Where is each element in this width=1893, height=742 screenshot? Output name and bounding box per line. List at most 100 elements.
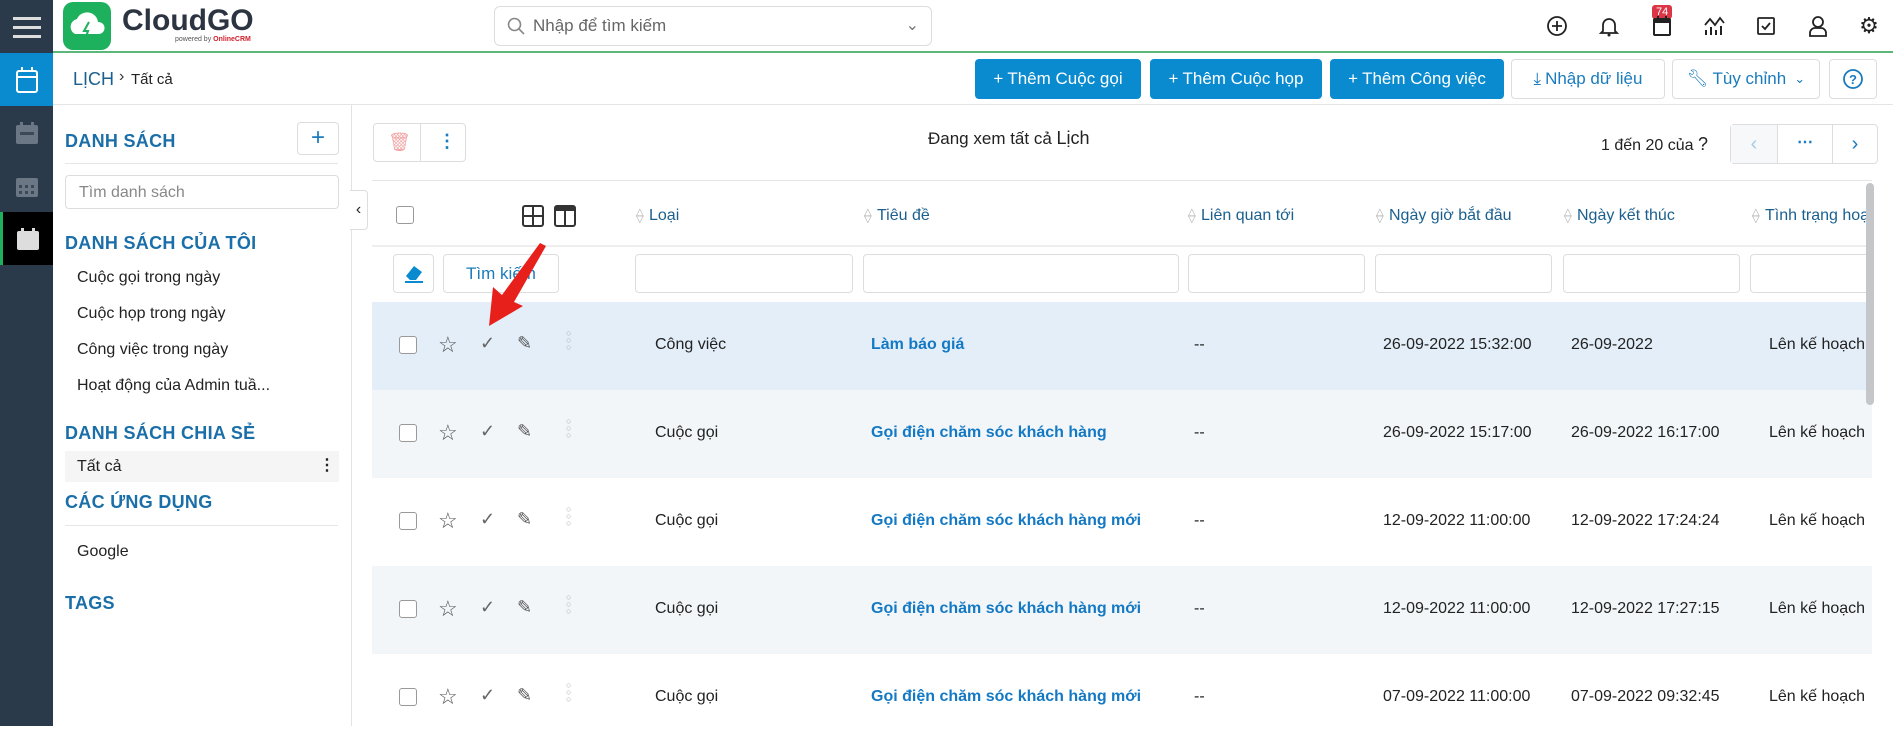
check-icon[interactable]: ✓ — [480, 597, 495, 618]
add-call-label: Thêm Cuộc gọi — [1007, 69, 1123, 88]
cell-title[interactable]: Làm báo giá — [871, 336, 964, 354]
rail-calendar[interactable] — [0, 53, 53, 106]
more-options-icon[interactable]: ○ ○ ○ — [566, 329, 571, 352]
page-jump-button[interactable]: ⋯ — [1778, 125, 1833, 163]
filter-end-input[interactable] — [1563, 254, 1740, 293]
clear-filters-button[interactable] — [393, 254, 434, 293]
question-circle-icon: ? — [1843, 69, 1863, 89]
chevron-down-icon[interactable]: ⌄ — [906, 15, 919, 35]
settings-button[interactable]: ⚙ — [1857, 13, 1881, 38]
import-button[interactable]: ⤓ Nhập dữ liệu — [1511, 59, 1665, 99]
star-icon[interactable]: ☆ — [438, 596, 458, 622]
filter-type-input[interactable] — [635, 254, 853, 293]
menu-button[interactable] — [0, 0, 53, 53]
filter-related-input[interactable] — [1188, 254, 1365, 293]
rail-list-view[interactable] — [0, 212, 53, 265]
plus-icon: + — [1348, 69, 1359, 88]
cloudgo-logo-icon[interactable] — [63, 2, 111, 50]
import-label: Nhập dữ liệu — [1545, 69, 1643, 88]
filter-title-input[interactable] — [863, 254, 1179, 293]
rail-month-view[interactable] — [0, 159, 53, 212]
table-row[interactable]: ☆ ✓ ✎ ○ ○ ○ Cuộc gọi Gọi điện chăm sóc khá… — [372, 654, 1872, 742]
sidebar-item[interactable]: Hoạt động của Admin tuầ... — [77, 377, 270, 395]
check-icon[interactable]: ✓ — [480, 685, 495, 706]
annotation-arrow-icon — [489, 243, 546, 326]
filter-status-input[interactable] — [1750, 254, 1872, 293]
cell-title[interactable]: Gọi điện chăm sóc khách hàng mới — [871, 512, 1141, 530]
add-call-button[interactable]: + Thêm Cuộc gọi — [975, 59, 1141, 99]
star-icon[interactable]: ☆ — [438, 420, 458, 446]
collapse-sidebar-button[interactable]: ‹ — [350, 190, 368, 230]
table-row[interactable]: ☆ ✓ ✎ ○ ○ ○ Công việc Làm báo giá -- 26-09… — [372, 302, 1872, 390]
tasks-button[interactable] — [1754, 14, 1778, 38]
cell-title[interactable]: Gọi điện chăm sóc khách hàng — [871, 424, 1107, 442]
sidebar-item[interactable]: Google — [77, 543, 129, 561]
prev-page-button[interactable]: ‹ — [1731, 125, 1778, 163]
more-options-icon[interactable]: ○ ○ ○ — [566, 505, 571, 528]
top-bar: CloudGO powered by OnlineCRM Nhập để tìm… — [53, 0, 1893, 53]
column-header-title[interactable]: △ ▽ Tiêu đề — [864, 207, 930, 225]
chevron-left-icon: ‹ — [355, 201, 362, 218]
gear-icon: ⚙ — [1859, 13, 1879, 38]
column-header-status[interactable]: △▽ Tình trạng hoạt động — [1752, 207, 1870, 225]
row-checkbox[interactable] — [399, 512, 417, 530]
customize-button[interactable]: 🔧︎ Tùy chỉnh ⌄ — [1672, 59, 1820, 99]
column-header-start[interactable]: △ ▽ Ngày giờ bắt đầu — [1376, 207, 1512, 225]
vertical-scrollbar[interactable] — [1866, 183, 1874, 405]
table-row[interactable]: ☆ ✓ ✎ ○ ○ ○ Cuộc gọi Gọi điện chăm sóc khá… — [372, 390, 1872, 478]
select-all-checkbox[interactable] — [396, 206, 414, 224]
add-list-button[interactable]: + — [297, 122, 339, 155]
filter-start-input[interactable] — [1375, 254, 1552, 293]
column-layout-icon[interactable] — [554, 205, 576, 227]
grid-view-icon[interactable] — [522, 205, 544, 227]
row-checkbox[interactable] — [399, 424, 417, 442]
global-search[interactable]: Nhập để tìm kiếm ⌄ — [494, 6, 932, 46]
search-placeholder: Nhập để tìm kiếm — [533, 16, 667, 35]
help-button[interactable]: ? — [1829, 59, 1877, 99]
breadcrumb-module[interactable]: LỊCH — [73, 69, 114, 90]
more-options-icon[interactable]: ○ ○ ○ — [566, 417, 571, 440]
quick-create-button[interactable] — [1545, 14, 1569, 38]
check-icon[interactable]: ✓ — [480, 509, 495, 530]
sidebar-item[interactable]: Cuộc họp trong ngày — [77, 305, 226, 323]
notifications-button[interactable] — [1597, 14, 1621, 38]
cell-title[interactable]: Gọi điện chăm sóc khách hàng mới — [871, 600, 1141, 618]
pencil-icon[interactable]: ✎ — [517, 685, 532, 706]
sidebar-item[interactable]: Công việc trong ngày — [77, 341, 228, 359]
reports-button[interactable] — [1702, 14, 1726, 38]
more-vertical-icon[interactable]: ⋮ — [438, 131, 456, 152]
pencil-icon[interactable]: ✎ — [517, 509, 532, 530]
pagination-text: 1 đến 20 của — [1601, 137, 1694, 154]
more-options-icon[interactable]: ○ ○ ○ — [566, 593, 571, 616]
table-row[interactable]: ☆ ✓ ✎ ○ ○ ○ Cuộc gọi Gọi điện chăm sóc khá… — [372, 566, 1872, 654]
column-header-related[interactable]: △ ▽ Liên quan tới — [1188, 207, 1294, 225]
user-button[interactable] — [1806, 14, 1830, 38]
add-meeting-button[interactable]: + Thêm Cuộc họp — [1150, 59, 1322, 99]
sidebar-item-active[interactable]: Tất cả ⋮ — [65, 451, 339, 482]
row-checkbox[interactable] — [399, 688, 417, 706]
trash-icon[interactable]: 🗑︎ — [388, 132, 411, 153]
sidebar-item[interactable]: Cuộc gọi trong ngày — [77, 269, 220, 287]
list-search-input[interactable]: Tìm danh sách — [65, 175, 339, 209]
check-icon[interactable]: ✓ — [480, 421, 495, 442]
add-task-button[interactable]: + Thêm Công việc — [1330, 59, 1504, 99]
more-options-icon[interactable]: ○ ○ ○ — [566, 681, 571, 704]
cell-title[interactable]: Gọi điện chăm sóc khách hàng mới — [871, 688, 1141, 706]
next-page-button[interactable]: › — [1833, 125, 1877, 163]
plus-icon: + — [993, 69, 1004, 88]
more-vertical-icon[interactable]: ⋮ — [319, 455, 335, 475]
calendar-button[interactable] — [1650, 14, 1674, 38]
pencil-icon[interactable]: ✎ — [517, 421, 532, 442]
cell-type: Công việc — [655, 336, 727, 353]
row-checkbox[interactable] — [399, 600, 417, 618]
star-icon[interactable]: ☆ — [438, 684, 458, 710]
rail-day-view[interactable] — [0, 106, 53, 159]
star-icon[interactable]: ☆ — [438, 508, 458, 534]
eraser-icon — [404, 266, 423, 283]
column-header-type[interactable]: △ ▽ Loại — [636, 207, 679, 225]
star-icon[interactable]: ☆ — [438, 332, 458, 358]
table-row[interactable]: ☆ ✓ ✎ ○ ○ ○ Cuộc gọi Gọi điện chăm sóc khá… — [372, 478, 1872, 566]
column-header-end[interactable]: △ ▽ Ngày kết thúc — [1564, 207, 1675, 225]
row-checkbox[interactable] — [399, 336, 417, 354]
pencil-icon[interactable]: ✎ — [517, 597, 532, 618]
